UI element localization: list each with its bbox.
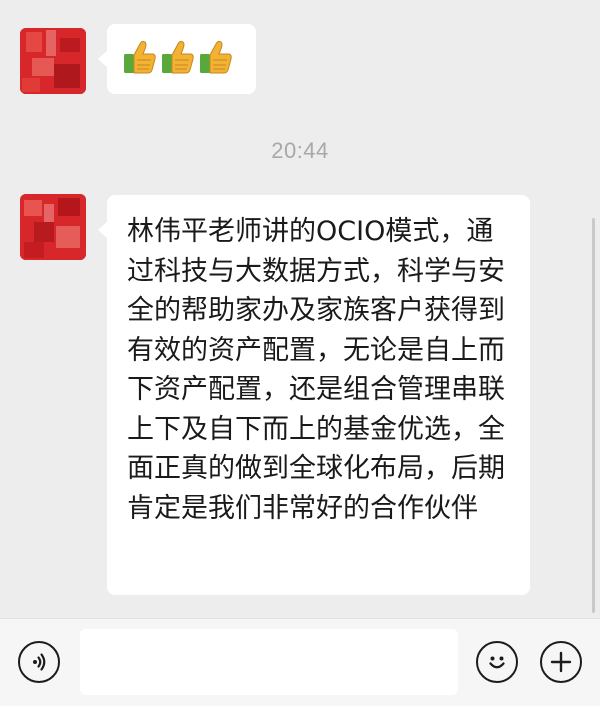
thumbs-up-icon <box>200 40 232 74</box>
message-text: 林伟平老师讲的OCIO模式，通过科技与大数据方式，科学与安全的帮助家办及家族客户… <box>127 216 505 524</box>
emoji-row <box>123 39 246 75</box>
more-options-button[interactable] <box>540 641 582 683</box>
voice-icon <box>33 653 46 671</box>
input-bar <box>0 618 600 706</box>
thumbs-up-icon <box>162 40 194 74</box>
sender-avatar[interactable] <box>20 28 86 94</box>
thumbs-up-icon <box>124 40 156 74</box>
smiley-icon <box>489 656 505 669</box>
chat-area: 20:44 林伟平老师讲的OCIO模式，通过科技与大数据方式，科学与安全的帮助家… <box>0 0 600 618</box>
chat-scrollbar[interactable] <box>592 218 595 613</box>
plus-icon <box>550 651 572 673</box>
emoji-message-bubble[interactable] <box>98 24 256 94</box>
message-input[interactable] <box>80 629 458 695</box>
voice-input-button[interactable] <box>18 641 60 683</box>
emoji-button[interactable] <box>476 641 518 683</box>
sender-avatar[interactable] <box>20 194 86 260</box>
text-message-bubble[interactable]: 林伟平老师讲的OCIO模式，通过科技与大数据方式，科学与安全的帮助家办及家族客户… <box>98 195 530 595</box>
message-timestamp: 20:44 <box>271 138 329 163</box>
